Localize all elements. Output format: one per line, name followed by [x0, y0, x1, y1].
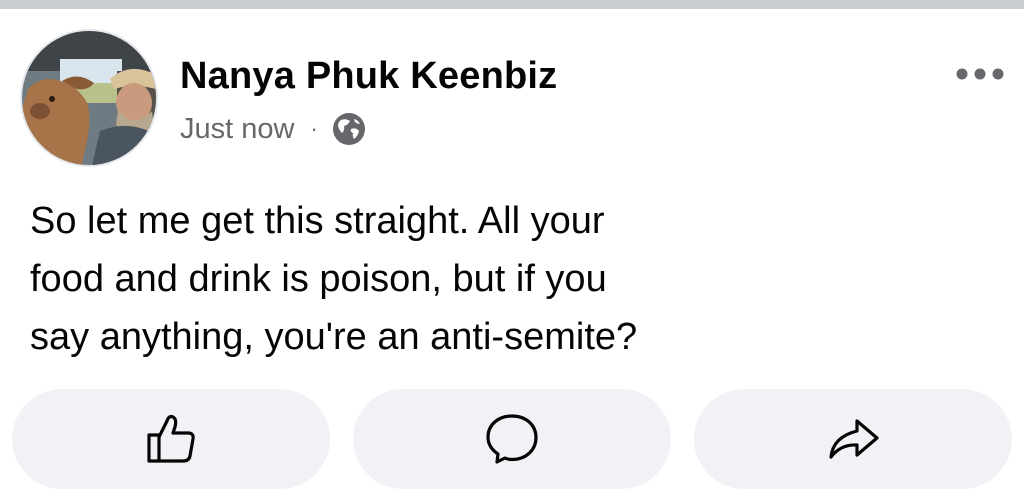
share-button[interactable] [694, 389, 1012, 489]
post-card: Nanya Phuk Keenbiz Just now · So let me … [0, 9, 1024, 499]
share-arrow-icon [829, 419, 879, 459]
globe-icon[interactable] [332, 112, 366, 146]
author-avatar[interactable] [22, 31, 156, 165]
thumbs-up-icon [147, 414, 195, 463]
post-meta: Just now · [180, 109, 366, 149]
more-options-button[interactable] [950, 61, 1010, 87]
post-timestamp[interactable]: Just now [180, 113, 294, 146]
comment-button[interactable] [353, 389, 671, 489]
comment-bubble-icon [486, 414, 538, 464]
avatar-photo [22, 31, 156, 165]
author-name[interactable]: Nanya Phuk Keenbiz [180, 55, 557, 98]
feed-divider [0, 0, 1024, 9]
like-button[interactable] [12, 389, 330, 489]
meta-separator: · [310, 116, 318, 141]
more-horizontal-icon [956, 68, 1004, 80]
post-body-text: So let me get this straight. All your fo… [30, 200, 638, 358]
